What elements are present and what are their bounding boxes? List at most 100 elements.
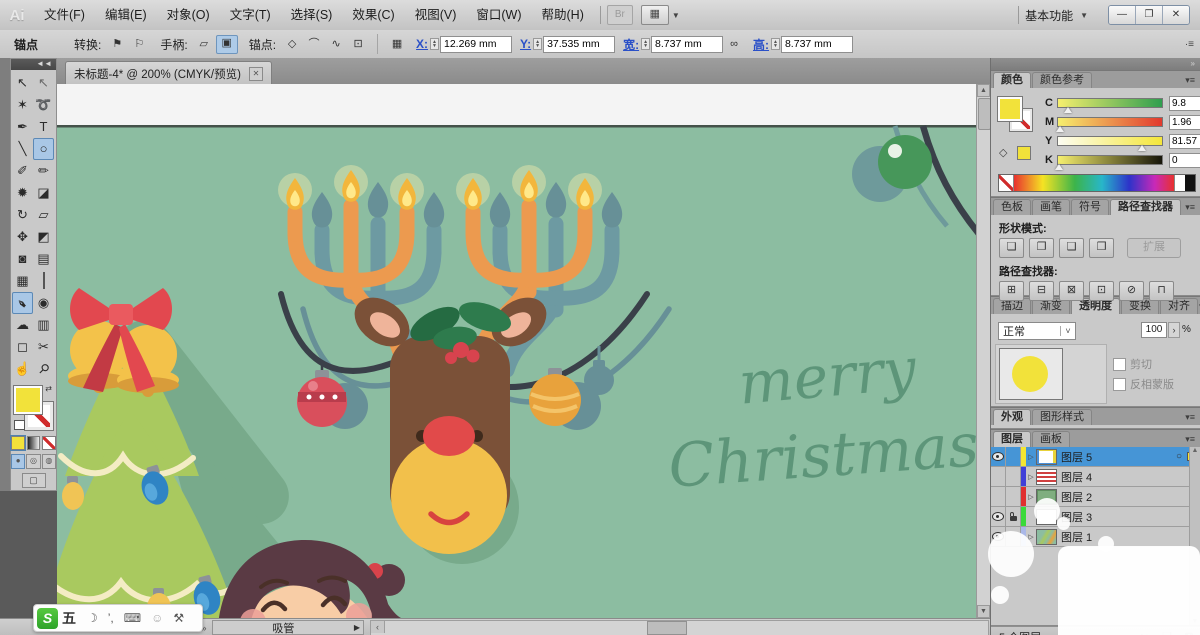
isolate-selection-icon[interactable]: ⊡: [348, 36, 368, 53]
expand-triangle-icon[interactable]: ▷: [1026, 493, 1036, 501]
visibility-toggle[interactable]: [991, 487, 1006, 506]
tab-artboards[interactable]: 画板: [1032, 431, 1070, 447]
lock-toggle[interactable]: [1006, 507, 1021, 526]
eyedropper-tool[interactable]: ✒: [12, 292, 33, 314]
horizontal-scrollbar[interactable]: ‹: [370, 619, 989, 635]
column-graph-tool[interactable]: ▥: [33, 314, 54, 336]
lock-toggle[interactable]: [1006, 447, 1021, 466]
convert-to-smooth-icon[interactable]: ⚐: [129, 36, 149, 53]
hand-tool[interactable]: ☝: [12, 358, 33, 380]
panel-menu-icon[interactable]: ▾≡: [1185, 412, 1200, 425]
dock-header[interactable]: »: [991, 58, 1200, 70]
closest-color-swatch[interactable]: [1017, 146, 1031, 160]
lock-toggle[interactable]: [1006, 487, 1021, 506]
layer-thumbnail[interactable]: [1036, 468, 1057, 485]
tab-swatches[interactable]: 色板: [993, 199, 1031, 215]
line-tool[interactable]: ╲: [12, 138, 33, 160]
selection-tool[interactable]: ↖: [12, 72, 33, 94]
bridge-icon[interactable]: Br: [606, 5, 633, 25]
expand-triangle-icon[interactable]: ▷: [1026, 453, 1036, 461]
menu-help[interactable]: 帮助(H): [532, 0, 594, 30]
ime-mode-label[interactable]: 五: [62, 608, 76, 628]
blend-tool[interactable]: ◉: [33, 292, 54, 314]
x-label[interactable]: X:: [416, 37, 428, 51]
crop-icon[interactable]: ⊡: [1089, 281, 1114, 301]
blend-mode-select[interactable]: 正常 ˅: [998, 322, 1076, 340]
pen-tool[interactable]: ✒: [12, 116, 33, 138]
y-label[interactable]: Y:: [520, 37, 531, 51]
channel-y-input[interactable]: [1169, 133, 1200, 149]
tab-brushes[interactable]: 画笔: [1032, 199, 1070, 215]
visibility-toggle[interactable]: [991, 447, 1006, 466]
height-label[interactable]: 高:: [753, 36, 769, 53]
expand-button[interactable]: 扩展: [1127, 238, 1181, 258]
gradient-tool[interactable]: [33, 270, 54, 292]
eraser-tool[interactable]: ◪: [33, 182, 54, 204]
channel-m-input[interactable]: [1169, 114, 1200, 130]
channel-y-slider[interactable]: [1057, 136, 1163, 151]
minus-front-icon[interactable]: ❐: [1029, 238, 1054, 258]
layer-name[interactable]: 图层 2: [1061, 489, 1184, 505]
menu-effect[interactable]: 效果(C): [342, 0, 404, 30]
ime-settings-icon[interactable]: ⚒: [173, 611, 184, 625]
color-spectrum-bar[interactable]: [998, 174, 1196, 192]
ime-keyboard-icon[interactable]: ⌨: [124, 611, 141, 625]
exclude-icon[interactable]: ❒: [1089, 238, 1114, 258]
ime-logo[interactable]: S: [37, 607, 58, 629]
x-spinner[interactable]: ▲ ▼: [430, 38, 439, 50]
panel-menu-icon[interactable]: ▾≡: [1185, 75, 1200, 88]
tab-pathfinder[interactable]: 路径查找器: [1110, 199, 1181, 215]
out-of-gamut-icon[interactable]: ◇: [999, 146, 1007, 159]
draw-inside-button[interactable]: ◍: [41, 454, 56, 469]
show-handles-icon[interactable]: ▱: [194, 36, 214, 53]
menu-select[interactable]: 选择(S): [281, 0, 343, 30]
y-input[interactable]: [543, 35, 616, 53]
shape-builder-tool[interactable]: ◙: [12, 248, 33, 270]
ime-punctuation-icon[interactable]: ’,: [108, 611, 114, 625]
tab-symbols[interactable]: 符号: [1071, 199, 1109, 215]
ime-moon-icon[interactable]: ☽: [87, 611, 98, 625]
clip-checkbox[interactable]: [1113, 357, 1126, 371]
channel-c-slider[interactable]: [1057, 98, 1163, 113]
close-button[interactable]: ✕: [1162, 6, 1189, 24]
tab-color[interactable]: 颜色: [993, 72, 1031, 88]
canvas-area[interactable]: merry Christmas: [57, 84, 990, 618]
document-tab[interactable]: 未标题-4* @ 200% (CMYK/预览) ✕: [65, 61, 272, 85]
pencil-tool[interactable]: ✏: [33, 160, 54, 182]
mesh-tool[interactable]: ▦: [12, 270, 33, 292]
artboard-tool[interactable]: ◻: [12, 336, 33, 358]
merge-icon[interactable]: ⊠: [1059, 281, 1084, 301]
menu-edit[interactable]: 编辑(E): [95, 0, 157, 30]
object-thumbnail[interactable]: [999, 348, 1063, 400]
divide-icon[interactable]: ⊞: [999, 281, 1024, 301]
menu-object[interactable]: 对象(O): [157, 0, 220, 30]
control-panel-menu-icon[interactable]: ·≡: [1185, 39, 1194, 50]
screen-mode-button[interactable]: ▢: [21, 473, 46, 488]
free-transform-tool[interactable]: ◩: [33, 226, 54, 248]
reference-point-icon[interactable]: ▦: [387, 36, 407, 53]
unite-icon[interactable]: ❏: [999, 238, 1024, 258]
layer-name[interactable]: 图层 3: [1061, 509, 1184, 525]
gradient-mode-button[interactable]: [26, 436, 41, 450]
channel-m-slider[interactable]: [1056, 117, 1163, 132]
lock-toggle[interactable]: [1006, 467, 1021, 486]
collapse-panel-icon[interactable]: ◄◄: [11, 59, 56, 70]
channel-k-input[interactable]: [1169, 152, 1200, 168]
menu-type[interactable]: 文字(T): [220, 0, 281, 30]
layer-row-4[interactable]: ▷ 图层 4 ○: [991, 467, 1200, 487]
scroll-up-icon[interactable]: ▲: [1192, 447, 1199, 454]
remove-anchor-icon[interactable]: ◇: [282, 36, 302, 53]
none-color-swatch[interactable]: [999, 175, 1014, 191]
workspace-switcher[interactable]: 基本功能: [1025, 7, 1073, 24]
current-tool-field[interactable]: 吸管 ▶: [212, 620, 364, 635]
fill-swatch[interactable]: [997, 96, 1023, 122]
expand-triangle-icon[interactable]: ▷: [1026, 473, 1036, 481]
height-spinner[interactable]: ▲ ▼: [771, 38, 780, 50]
canvas-artwork[interactable]: merry Christmas: [57, 84, 990, 618]
layer-name[interactable]: 图层 4: [1061, 469, 1184, 485]
lasso-tool[interactable]: ➰: [33, 94, 54, 116]
chevron-down-icon[interactable]: ▼: [672, 11, 680, 20]
y-spinner[interactable]: ▲ ▼: [533, 38, 543, 50]
target-icon[interactable]: ○: [1171, 451, 1187, 462]
layer-thumbnail[interactable]: [1036, 448, 1057, 465]
